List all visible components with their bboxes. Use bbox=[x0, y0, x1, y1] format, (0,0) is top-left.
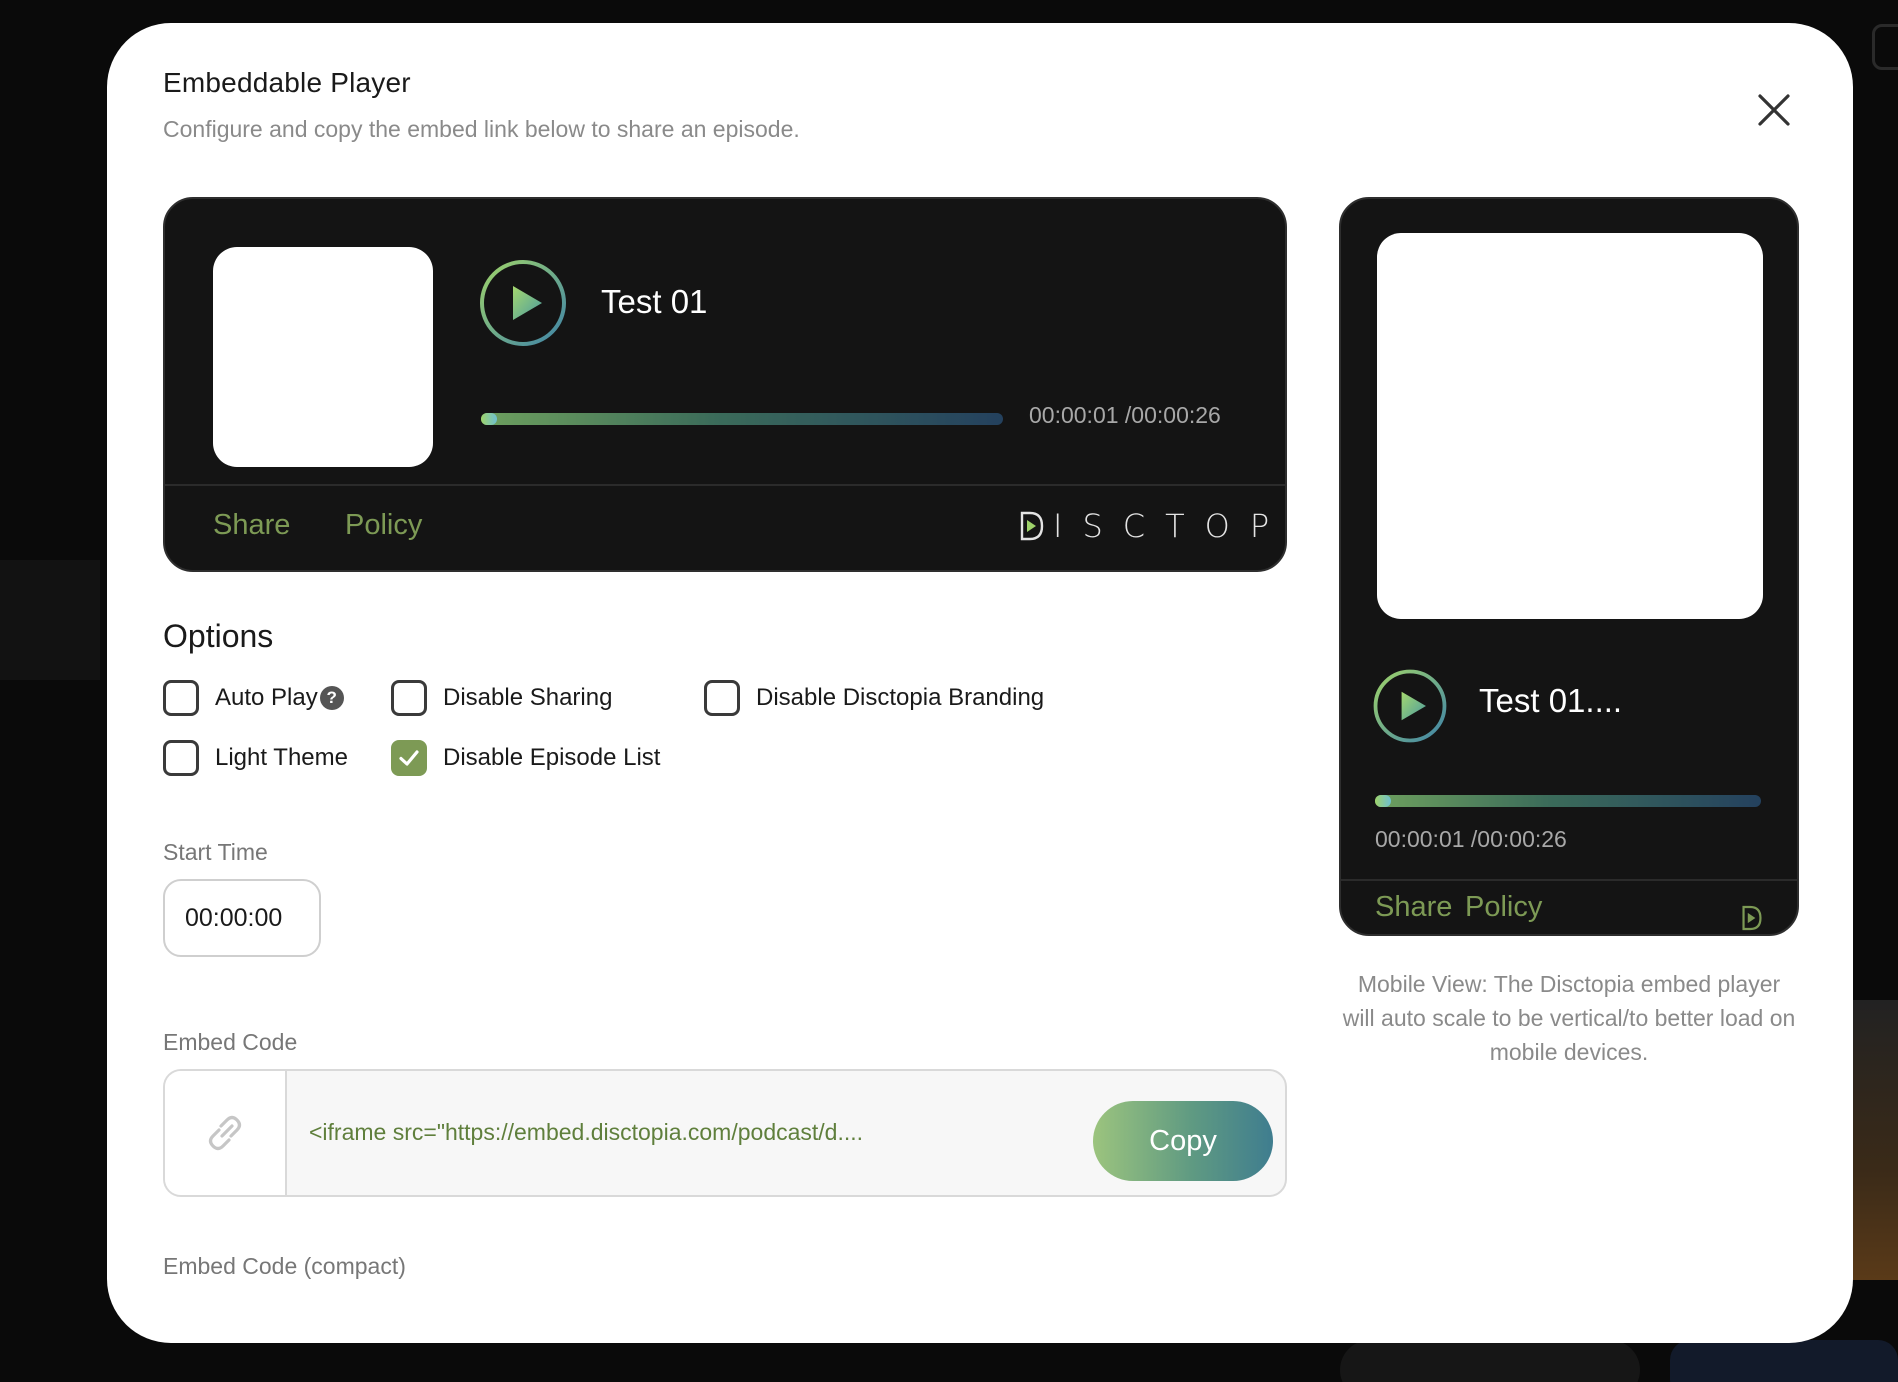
mobile-player-preview: Test 01.... 00:00:01 /00:00:26 Share Pol… bbox=[1339, 197, 1799, 936]
progress-knob[interactable] bbox=[1375, 795, 1391, 807]
time-display: 00:00:01 /00:00:26 bbox=[1029, 402, 1221, 429]
brand-wordmark: ISCTOPIA bbox=[1053, 507, 1287, 545]
episode-title: Test 01 bbox=[601, 283, 708, 320]
options-heading: Options bbox=[163, 618, 274, 654]
modal-subtitle: Configure and copy the embed link below … bbox=[163, 116, 800, 142]
option-label: Auto Play bbox=[215, 684, 318, 711]
progress-knob[interactable] bbox=[481, 413, 497, 425]
option-light-theme[interactable]: Light Theme bbox=[163, 740, 348, 776]
embed-code-compact-label: Embed Code (compact) bbox=[163, 1253, 406, 1279]
disable-branding-checkbox[interactable] bbox=[704, 680, 740, 716]
option-disable-sharing[interactable]: Disable Sharing bbox=[391, 680, 612, 716]
episode-artwork bbox=[1377, 233, 1763, 619]
play-icon bbox=[480, 260, 566, 346]
time-display: 00:00:01 /00:00:26 bbox=[1375, 826, 1567, 852]
disable-episode-list-checkbox[interactable] bbox=[391, 740, 427, 776]
embed-code-label: Embed Code bbox=[163, 1029, 298, 1055]
disctopia-logo[interactable]: ISCTOPIA bbox=[1019, 507, 1287, 545]
option-disable-episode-list[interactable]: Disable Episode List bbox=[391, 740, 660, 776]
option-label: Disable Disctopia Branding bbox=[756, 684, 1045, 711]
background-element bbox=[1670, 1340, 1898, 1382]
option-auto-play[interactable]: Auto Play ? bbox=[163, 680, 344, 716]
desktop-player-preview: Test 01 00:00:01 /00:00:26 Share Policy … bbox=[163, 197, 1287, 572]
option-label: Light Theme bbox=[215, 744, 348, 771]
link-icon bbox=[208, 1115, 242, 1151]
share-link[interactable]: Share bbox=[1375, 891, 1452, 924]
episode-artwork bbox=[213, 247, 433, 467]
auto-play-checkbox[interactable] bbox=[163, 680, 199, 716]
episode-title: Test 01.... bbox=[1479, 682, 1623, 719]
player-divider bbox=[165, 484, 1285, 486]
close-button[interactable] bbox=[1749, 85, 1799, 135]
disctopia-play-d-icon bbox=[1742, 905, 1762, 931]
help-icon[interactable]: ? bbox=[319, 686, 344, 710]
embed-code-field[interactable]: <iframe src="https://embed.disctopia.com… bbox=[163, 1069, 1287, 1197]
play-icon bbox=[1373, 669, 1447, 743]
player-divider bbox=[1341, 879, 1797, 881]
background-icon bbox=[1872, 24, 1898, 70]
share-link[interactable]: Share bbox=[213, 509, 290, 542]
total-time: /00:00:26 bbox=[1124, 402, 1221, 428]
start-time-label: Start Time bbox=[163, 839, 268, 865]
current-time: 00:00:01 bbox=[1029, 402, 1119, 428]
modal-title: Embeddable Player bbox=[163, 67, 411, 98]
copy-button[interactable]: Copy bbox=[1093, 1101, 1273, 1181]
check-icon bbox=[399, 750, 419, 766]
embed-code-text[interactable]: <iframe src="https://embed.disctopia.com… bbox=[309, 1119, 863, 1146]
play-button[interactable] bbox=[1373, 669, 1447, 743]
background-element bbox=[1340, 1340, 1640, 1382]
disable-sharing-checkbox[interactable] bbox=[391, 680, 427, 716]
play-button[interactable] bbox=[479, 259, 567, 347]
option-label: Disable Sharing bbox=[443, 684, 613, 711]
progress-bar[interactable] bbox=[1375, 795, 1761, 807]
policy-link[interactable]: Policy bbox=[345, 509, 422, 542]
option-disable-branding[interactable]: Disable Disctopia Branding bbox=[704, 680, 1044, 716]
embed-player-modal: Embeddable Player Configure and copy the… bbox=[107, 23, 1853, 1343]
disctopia-play-d-icon bbox=[1020, 511, 1044, 541]
background-panel bbox=[0, 560, 100, 680]
link-icon-cell bbox=[165, 1071, 287, 1195]
light-theme-checkbox[interactable] bbox=[163, 740, 199, 776]
progress-bar[interactable] bbox=[481, 413, 1003, 425]
option-label: Disable Episode List bbox=[443, 744, 661, 771]
mobile-view-note: Mobile View: The Disctopia embed player … bbox=[1342, 971, 1796, 1065]
policy-link[interactable]: Policy bbox=[1465, 891, 1542, 924]
disctopia-logo[interactable] bbox=[1741, 905, 1763, 934]
start-time-input[interactable]: 00:00:00 bbox=[163, 879, 321, 957]
close-icon bbox=[1758, 94, 1790, 126]
